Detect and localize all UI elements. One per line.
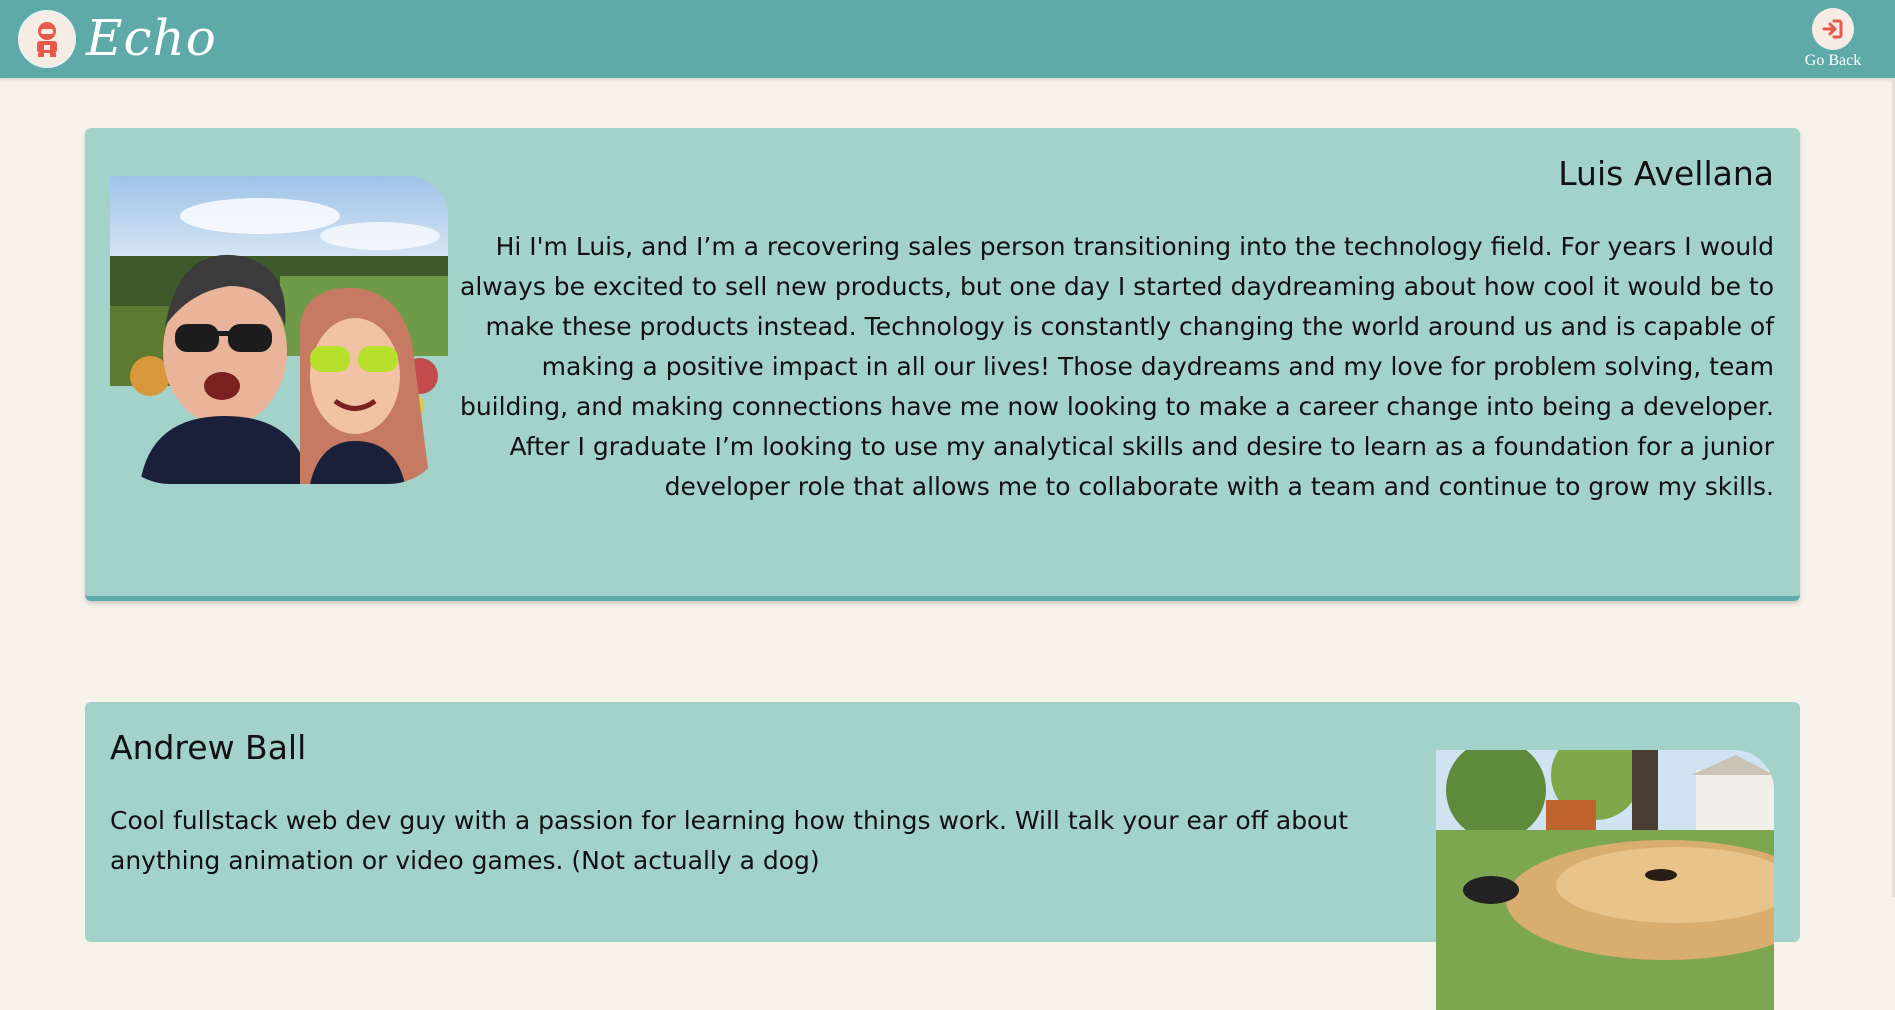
- profile-bio: Cool fullstack web dev guy with a passio…: [110, 806, 1349, 875]
- brand-logo-text[interactable]: Echo: [86, 6, 217, 70]
- go-back-button[interactable]: Go Back: [1793, 8, 1873, 70]
- profile-name: Luis Avellana: [1558, 154, 1774, 193]
- go-back-label[interactable]: Go Back: [1793, 52, 1873, 70]
- profile-bio: Hi I'm Luis, and I’m a recovering sales …: [459, 232, 1774, 501]
- profile-card: Andrew Ball Cool fullstack web dev guy w…: [85, 702, 1800, 1010]
- profile-name: Andrew Ball: [110, 728, 307, 767]
- profile-photo: [1436, 750, 1774, 1010]
- app-header: Echo Go Back: [0, 0, 1895, 78]
- profile-card: Luis Avellana Hi I'm Luis, and I’m a rec…: [85, 128, 1800, 601]
- robot-mascot-icon[interactable]: [18, 10, 76, 68]
- profile-photo: [110, 176, 448, 484]
- sign-in-arrow-icon[interactable]: [1812, 8, 1854, 50]
